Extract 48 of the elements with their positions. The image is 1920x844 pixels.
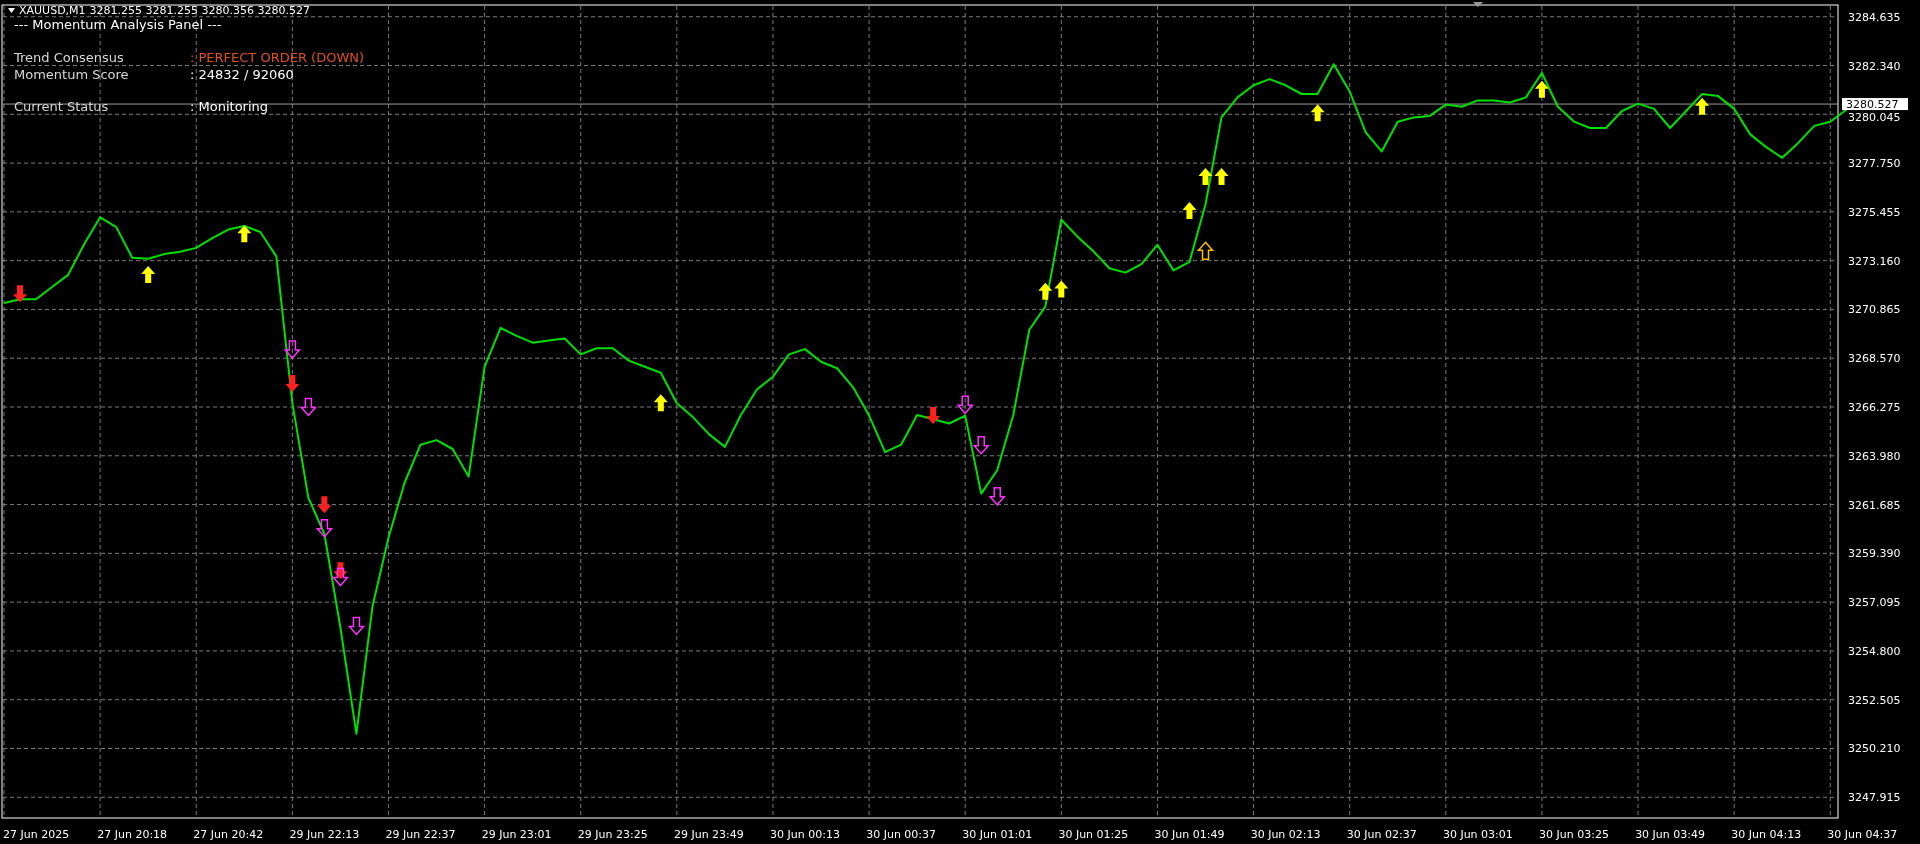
time-tick-label: 30 Jun 04:37 <box>1827 828 1898 841</box>
panel-value: : PERFECT ORDER (DOWN) <box>190 49 365 66</box>
price-tick-label: 3273.160 <box>1848 254 1901 268</box>
price-tick-label: 3277.750 <box>1848 157 1901 171</box>
time-tick-label: 29 Jun 22:13 <box>289 828 360 841</box>
time-tick-label: 30 Jun 01:49 <box>1154 828 1225 841</box>
price-tick-label: 3250.210 <box>1848 742 1901 756</box>
time-tick-label: 30 Jun 03:49 <box>1635 828 1706 841</box>
time-tick-label: 29 Jun 22:37 <box>385 828 456 841</box>
price-tick-label: 3275.455 <box>1848 205 1901 219</box>
time-tick-label: 30 Jun 04:13 <box>1731 828 1802 841</box>
time-tick-label: 30 Jun 00:13 <box>770 828 840 841</box>
panel-label: Trend Consensus <box>14 49 125 66</box>
ref-line-label: 3280.527 <box>1846 98 1899 112</box>
price-tick-label: 3263.980 <box>1848 449 1901 463</box>
time-tick-label: 30 Jun 01:01 <box>962 828 1033 841</box>
time-tick-label: 30 Jun 00:37 <box>866 828 937 841</box>
panel-label: Momentum Score <box>14 66 130 83</box>
time-tick-label: 30 Jun 03:01 <box>1442 828 1513 841</box>
time-tick-label: 30 Jun 03:25 <box>1539 828 1609 841</box>
price-tick-label: 3280.045 <box>1848 111 1901 125</box>
panel-label: Current Status <box>14 98 110 115</box>
symbol-name: XAUUSD,M1 <box>19 4 86 17</box>
price-tick-label: 3252.505 <box>1848 693 1901 707</box>
price-tick-label: 3282.340 <box>1848 59 1901 73</box>
panel-value: : 24832 / 92060 <box>190 66 295 83</box>
price-tick-label: 3247.915 <box>1848 791 1901 805</box>
panel-value: : Monitoring <box>190 98 270 115</box>
time-tick-label: 29 Jun 23:49 <box>673 828 744 841</box>
price-tick-label: 3261.685 <box>1848 498 1901 512</box>
time-tick-label: 27 Jun 2025 <box>2 828 70 841</box>
price-tick-label: 3259.390 <box>1848 547 1901 561</box>
time-tick-label: 30 Jun 01:25 <box>1058 828 1129 841</box>
price-tick-label: 3284.635 <box>1848 10 1901 24</box>
price-tick-label: 3254.800 <box>1848 644 1901 658</box>
price-tick-label: 3270.865 <box>1848 303 1901 317</box>
price-tick-label: 3268.570 <box>1848 352 1901 366</box>
time-tick-label: 27 Jun 20:42 <box>193 828 264 841</box>
quote-values: 3281.255 3281.255 3280.356 3280.527 <box>89 4 311 17</box>
time-tick-label: 29 Jun 23:25 <box>577 828 648 841</box>
price-tick-label: 3266.275 <box>1848 401 1901 414</box>
price-tick-label: 3257.095 <box>1848 596 1901 610</box>
time-tick-label: 27 Jun 20:18 <box>97 828 168 841</box>
current-price-label: 3280.527 <box>1842 98 1908 112</box>
time-tick-label: 30 Jun 02:37 <box>1346 828 1417 841</box>
time-tick-label: 30 Jun 02:13 <box>1250 828 1321 841</box>
panel-title: --- Momentum Analysis Panel --- <box>14 17 223 32</box>
time-tick-label: 29 Jun 23:01 <box>481 828 552 841</box>
